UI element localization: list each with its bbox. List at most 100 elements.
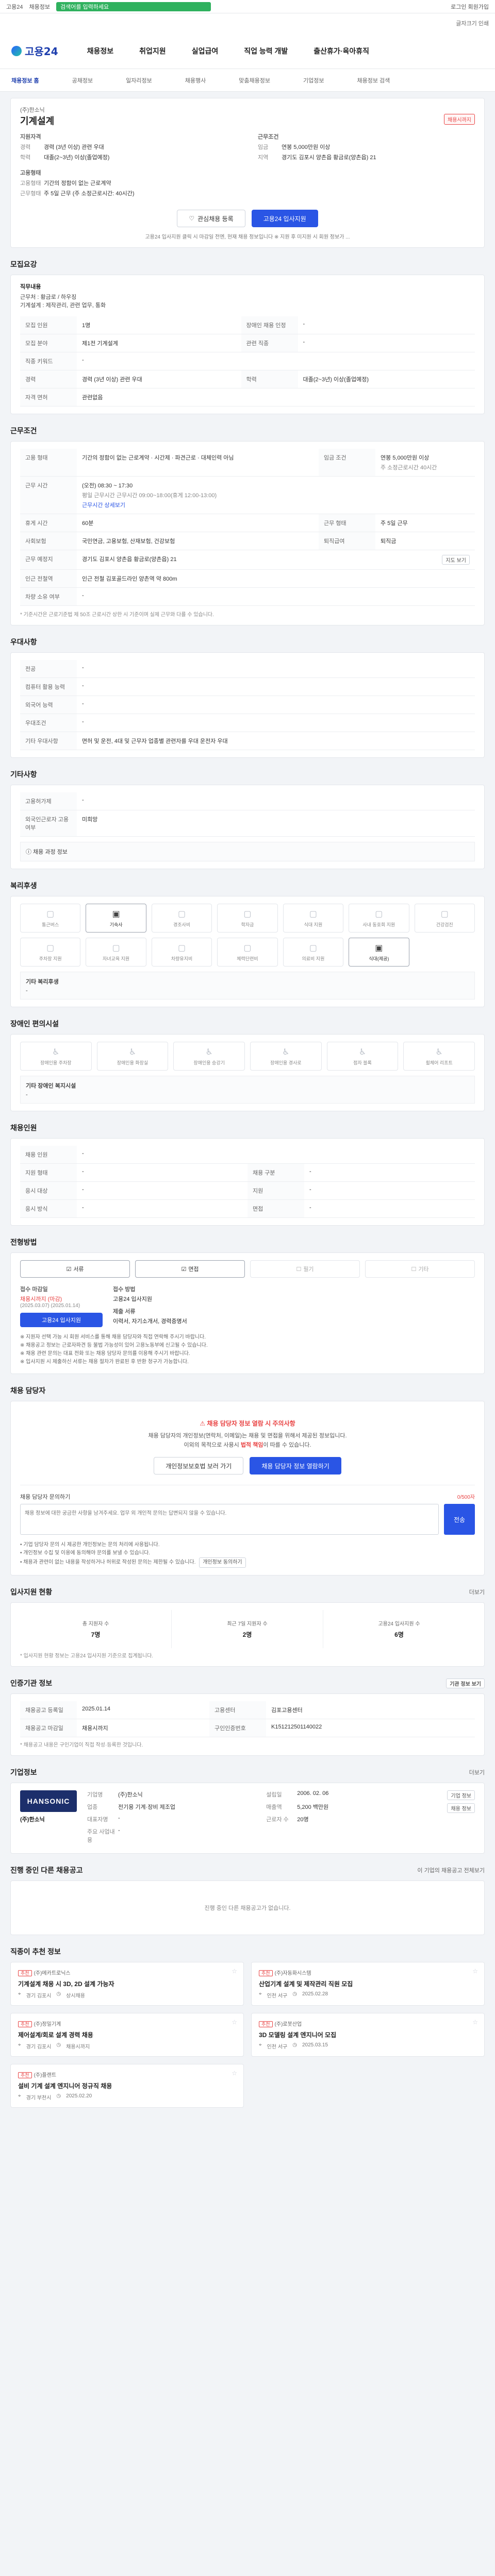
info-icon: ⓘ [26,849,31,855]
utility-search-bar[interactable]: 검색어를 입력하세요 [56,2,211,11]
gnb-item[interactable]: 실업급여 [192,46,219,56]
welfare-label: 의료비 지원 [302,956,325,961]
table-value: - [77,1181,248,1200]
apply-button-2[interactable]: 고용24 입사지원 [20,1313,103,1327]
kv-value: - [118,1827,120,1834]
table-row: 응시 대상 - 지원 - [20,1181,475,1200]
ongoing-title: 진행 중인 다른 채용공고 [10,1866,83,1875]
sub-utility-items[interactable]: 글자크기 인쇄 [456,19,489,27]
table-row: 채용공고 등록일 2025.01.14 고용센터 김포고용센터 [20,1701,475,1720]
lnb-item[interactable]: 채용행사 [185,76,206,84]
stats-value: 6명 [394,1631,404,1639]
kv-value: 경기도 김포시 양촌읍 황금로(양촌읍) 21 [282,155,376,161]
facility-icon: ♿ [282,1047,290,1057]
table-value: - [298,334,475,352]
lnb-item[interactable]: 채용정보 검색 [357,76,390,84]
welfare-label: 체력단련비 [237,956,258,961]
recommend-period: 채용시까지 [66,2044,90,2050]
table-key: 기타 우대사항 [20,732,77,750]
map-button[interactable]: 지도 보기 [442,555,470,565]
star-icon[interactable]: ☆ [472,2019,478,2026]
docs-value: 이력서, 자기소개서, 경력증명서 [113,1318,187,1325]
facility-label: 장애인용 승강기 [193,1060,225,1065]
view-contact-button[interactable]: 채용 담당자 정보 열람하기 [250,1457,341,1475]
star-icon[interactable]: ☆ [472,1968,478,1975]
table-key: 외국어 능력 [20,696,77,714]
facility-extra-box: 기타 장애인 복지시설 - [20,1076,475,1104]
work-card: 고용 형태 기간의 정함이 없는 근로계약 · 시간제 · 파견근로 · 대체인… [10,441,485,625]
lnb-item[interactable]: 기업정보 [303,76,324,84]
utility-brand[interactable]: 고용24 [6,3,23,11]
check-icon: ☐ [296,1266,302,1273]
org-info-button[interactable]: 기관 정보 보기 [446,1678,485,1688]
table-row: 지원 형태 - 채용 구분 - [20,1163,475,1182]
table-key: 채용공고 등록일 [20,1701,77,1720]
section-title-welfare: 복리후생 [10,882,37,890]
welfare-label: 자녀교육 지원 [103,956,130,961]
site-logo[interactable]: 고용24 [11,43,58,58]
company-more-link[interactable]: 더보기 [469,1768,485,1776]
gnb-item[interactable]: 취업지원 [139,46,166,56]
company-title: 기업정보 [10,1768,37,1777]
lnb-item[interactable]: 공채정보 [72,76,93,84]
facility-icon: ♿ [205,1047,213,1057]
apply-button[interactable]: 고용24 입사지원 [251,210,318,227]
section-title-contact: 채용 담당자 [10,1386,46,1395]
alert-text-3: 이 따를 수 있습니다. [263,1442,311,1448]
table-value: 2025.01.14 [77,1701,209,1720]
consent-button[interactable]: 개인정보 동의하기 [199,1557,246,1568]
table-key: 채용 구분 [248,1163,304,1182]
section-title-pref: 우대사항 [10,638,37,646]
recommend-tag: 추천 [18,2021,32,2028]
recommend-loc: 경기 김포시 [26,1993,52,1999]
recommend-card[interactable]: ☆ 추천 (주)메카트로닉스 기계설계 채용 시 3D, 2D 설계 가능자 ⌖ 경기 김… [10,1962,244,2006]
recommend-card[interactable]: ☆ 추천 (주)플랜트 설비 기계 설계 엔지니어 정규직 채용 ⌖ 경기 부천시 ◷ 202… [10,2064,244,2108]
inquiry-textarea[interactable] [20,1504,439,1535]
table-row: 전공 - [20,660,475,678]
apply-note: 고용24 입사지원 클릭 시 마감일 전엔, 현재 채용 정보입니다 ※ 지원 … [145,234,350,240]
scrap-button[interactable]: ♡ 관심채용 등록 [177,210,245,227]
recruit-card: 직무내용 근무처 : 황금로 / 하우징 기계설계 : 제작관리, 관련 업무,… [10,275,485,414]
star-icon[interactable]: ☆ [232,2019,237,2026]
privacy-law-button[interactable]: 개인정보보호법 보러 가기 [154,1457,244,1475]
welfare-icon: ▢ [178,909,186,919]
method-item: ☐ 필기 [250,1260,360,1278]
company-info: 기업명 (주)한소닉 설립일 2006. 02. 06 업종 전기용 기계·장비 제조… [87,1790,435,1846]
table-value: K151212501140022 [266,1719,475,1738]
pref-card: 전공 - 컴퓨터 활용 능력 - 외국어 능력 - 우대조건 - 기타 우대사항 면허 및… [10,652,485,758]
apply-method-value: 고용24 입사지원 [113,1296,153,1302]
company-info-button[interactable]: 기업 정보 [447,1790,475,1801]
star-icon[interactable]: ☆ [232,2070,237,2077]
utility-link[interactable]: 채용정보 [29,3,50,11]
inquiry-submit-button[interactable]: 전송 [444,1504,475,1535]
star-icon[interactable]: ☆ [232,1968,237,1975]
table-value: - [77,792,475,810]
hours-detail-link[interactable]: 근무시간 상세보기 [82,501,470,509]
assist-card: 채용 인원 - 지원 형태 - 채용 구분 - 응시 대상 - 지원 - 응시 방식 - 면접 - [10,1138,485,1226]
recommend-title: 3D 모델링 설계 엔지니어 모집 [259,2031,337,2039]
section-title-method: 전형방법 [10,1238,37,1246]
welfare-icon: ▣ [375,943,383,953]
lnb-item[interactable]: 일자리정보 [126,76,152,84]
table-key: 채용 인원 [20,1146,77,1164]
table-row: 경력 경력 (3년 이상) 관련 우대 학력 대졸(2~3년) 이상(졸업예정) [20,370,475,388]
lnb-item[interactable]: 채용정보 홈 [11,76,39,84]
alert-text-2: 이외의 목적으로 사용시 [184,1442,241,1448]
company-jobs-button[interactable]: 채용 정보 [447,1803,475,1814]
company-name[interactable]: (주)한소닉 [20,106,475,114]
gnb-item[interactable]: 채용정보 [87,46,114,56]
recommend-card[interactable]: ☆ 추천 (주)로봇산업 3D 모델링 설계 엔지니어 모집 ⌖ 인천 서구 ◷ 2025.0… [251,2013,485,2057]
recommend-card[interactable]: ☆ 추천 (주)정밀기계 제어설계/회로 설계 경력 채용 ⌖ 경기 김포시 ◷ 채용시까지 [10,2013,244,2057]
recommend-card[interactable]: ☆ 추천 (주)자동화시스템 산업기계 설계 및 제작관리 직원 모집 ⌖ 인천 서구 ◷ 2… [251,1962,485,2006]
recommend-tag: 추천 [18,1970,32,1977]
gnb-item[interactable]: 출산휴가·육아휴직 [314,46,369,56]
table-row: 자격 면허 관련없음 [20,388,475,406]
table-row: 외국어 능력 - [20,696,475,714]
recommend-corp: (주)메카트로닉스 [34,1971,71,1977]
utility-right-links[interactable]: 로그인 회원가입 [451,3,489,11]
gnb-item[interactable]: 직업 능력 개발 [244,46,288,56]
table-row: 인근 전철역 인근 전철 김포골드라인 양촌역 약 800m [20,569,475,588]
lnb-item[interactable]: 맞춤채용정보 [239,76,270,84]
stats-more-link[interactable]: 더보기 [469,1588,485,1596]
ongoing-more-link[interactable]: 이 기업의 채용공고 전체보기 [417,1866,485,1874]
